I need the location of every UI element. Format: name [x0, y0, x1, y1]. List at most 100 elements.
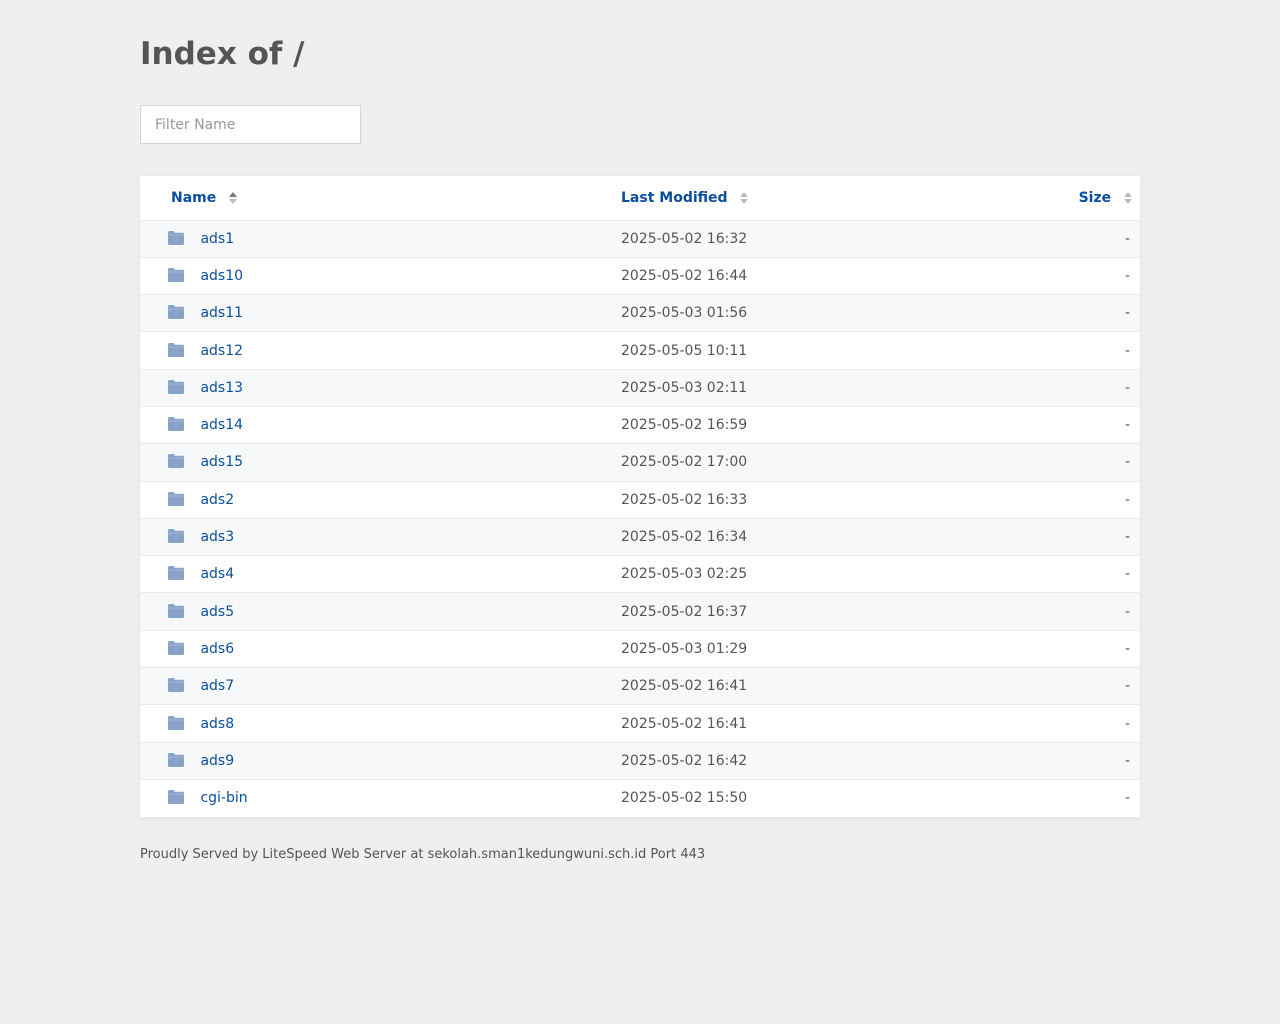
folder-icon	[168, 566, 184, 581]
folder-link[interactable]: ads10	[200, 268, 243, 284]
folder-link[interactable]: ads2	[200, 492, 234, 508]
folder-icon	[168, 752, 184, 767]
table-row: ads4 2025-05-03 02:25 -	[140, 555, 1140, 594]
size-cell: -	[1021, 742, 1140, 780]
name-cell: ads10	[140, 257, 621, 296]
folder-link[interactable]: ads12	[200, 343, 243, 359]
table-row: ads1 2025-05-02 16:32 -	[140, 220, 1140, 258]
directory-listing: Name Last Modified Size ads1 2025-05-02 …	[140, 176, 1140, 817]
folder-icon	[168, 790, 184, 805]
modified-cell: 2025-05-02 16:34	[621, 518, 1021, 557]
size-column-header[interactable]: Size	[1021, 176, 1140, 221]
size-cell: -	[1021, 257, 1140, 296]
size-cell: -	[1021, 331, 1140, 370]
size-sort-link[interactable]: Size	[1079, 190, 1112, 206]
modified-cell: 2025-05-03 02:25	[621, 555, 1021, 594]
modified-cell: 2025-05-02 16:33	[621, 481, 1021, 519]
folder-link[interactable]: ads8	[200, 716, 234, 732]
sort-icon[interactable]	[1124, 191, 1132, 204]
name-cell: ads4	[140, 555, 621, 594]
name-cell: ads14	[140, 406, 621, 445]
table-row: ads14 2025-05-02 16:59 -	[140, 406, 1140, 445]
folder-icon	[168, 454, 184, 469]
size-cell: -	[1021, 481, 1140, 519]
table-row: ads5 2025-05-02 16:37 -	[140, 592, 1140, 631]
name-cell: ads11	[140, 294, 621, 333]
size-cell: -	[1021, 220, 1140, 258]
table-header-row: Name Last Modified Size	[140, 176, 1140, 221]
size-cell: -	[1124, 790, 1130, 807]
size-cell: -	[1021, 592, 1140, 631]
modified-cell: 2025-05-02 16:42	[621, 742, 1021, 780]
folder-icon	[168, 267, 184, 282]
table-row: ads13 2025-05-03 02:11 -	[140, 369, 1140, 407]
table-row: ads7 2025-05-02 16:41 -	[140, 667, 1140, 706]
name-cell: cgi-bin	[140, 779, 621, 816]
size-cell: -	[1021, 406, 1140, 445]
folder-link[interactable]: ads4	[200, 566, 234, 582]
folder-link[interactable]: ads7	[200, 678, 234, 694]
folder-icon	[168, 230, 184, 245]
table-row: ads8 2025-05-02 16:41 -	[140, 704, 1140, 743]
folder-link[interactable]: ads15	[200, 454, 243, 470]
name-cell: ads2	[140, 481, 621, 519]
table-row: ads11 2025-05-03 01:56 -	[140, 294, 1140, 333]
table-row: ads3 2025-05-02 16:34 -	[140, 518, 1140, 557]
modified-sort-link[interactable]: Last Modified	[621, 190, 728, 206]
size-cell: -	[1021, 704, 1140, 743]
folder-link[interactable]: ads1	[200, 231, 234, 247]
table-row: ads2 2025-05-02 16:33 -	[140, 481, 1140, 519]
filter-name-input[interactable]	[140, 105, 361, 144]
modified-cell: 2025-05-05 10:11	[621, 331, 1021, 370]
folder-link[interactable]: ads9	[200, 753, 234, 769]
folder-link[interactable]: ads5	[200, 604, 234, 620]
modified-cell: 2025-05-02 16:59	[621, 406, 1021, 445]
server-footer: Proudly Served by LiteSpeed Web Server a…	[140, 847, 706, 862]
modified-cell: 2025-05-02 16:44	[621, 257, 1021, 296]
name-column-header[interactable]: Name	[140, 176, 621, 221]
modified-cell: 2025-05-02 15:50	[621, 790, 748, 807]
size-cell: -	[1021, 443, 1140, 482]
name-sort-link[interactable]: Name	[171, 190, 216, 206]
folder-icon	[168, 379, 184, 394]
sort-icon[interactable]	[740, 191, 749, 204]
size-cell: -	[1021, 518, 1140, 557]
name-cell: ads1	[140, 220, 621, 258]
folder-icon	[168, 417, 184, 432]
modified-cell: 2025-05-02 16:41	[621, 704, 1021, 743]
modified-cell: 2025-05-03 02:11	[621, 369, 1021, 407]
modified-cell: 2025-05-03 01:56	[621, 294, 1021, 333]
name-cell: ads9	[140, 742, 621, 780]
table-row: ads6 2025-05-03 01:29 -	[140, 630, 1140, 669]
table-row: ads10 2025-05-02 16:44 -	[140, 257, 1140, 296]
listing-table: Name Last Modified Size ads1 2025-05-02 …	[140, 176, 1140, 817]
folder-icon	[168, 491, 184, 506]
modified-column-header[interactable]: Last Modified	[621, 176, 1021, 221]
name-cell: ads5	[140, 592, 621, 631]
folder-link[interactable]: ads14	[200, 417, 243, 433]
folder-link[interactable]: ads13	[200, 380, 243, 396]
folder-link[interactable]: ads11	[200, 305, 243, 321]
folder-link[interactable]: ads3	[200, 529, 234, 545]
modified-cell: 2025-05-03 01:29	[621, 630, 1021, 669]
folder-link[interactable]: cgi-bin	[200, 790, 247, 806]
table-row: ads12 2025-05-05 10:11 -	[140, 331, 1140, 370]
folder-link[interactable]: ads6	[200, 641, 234, 657]
listing-body: ads1 2025-05-02 16:32 - ads10 2025-05-02…	[140, 220, 1140, 817]
name-cell: ads13	[140, 369, 621, 407]
folder-icon	[168, 305, 184, 320]
folder-icon	[168, 529, 184, 544]
modified-cell: 2025-05-02 16:32	[621, 220, 1021, 258]
folder-icon	[168, 342, 184, 357]
size-cell: -	[1021, 369, 1140, 407]
sort-icon[interactable]	[229, 191, 238, 204]
name-cell: ads12	[140, 331, 621, 370]
size-cell: -	[1021, 667, 1140, 706]
modified-cell: 2025-05-02 16:41	[621, 667, 1021, 706]
size-cell: -	[1021, 294, 1140, 333]
folder-icon	[168, 640, 184, 655]
page-title: Index of /	[140, 36, 305, 72]
table-row: cgi-bin 2025-05-02 15:50 -	[140, 779, 1140, 816]
name-cell: ads6	[140, 630, 621, 669]
folder-icon	[168, 678, 184, 693]
